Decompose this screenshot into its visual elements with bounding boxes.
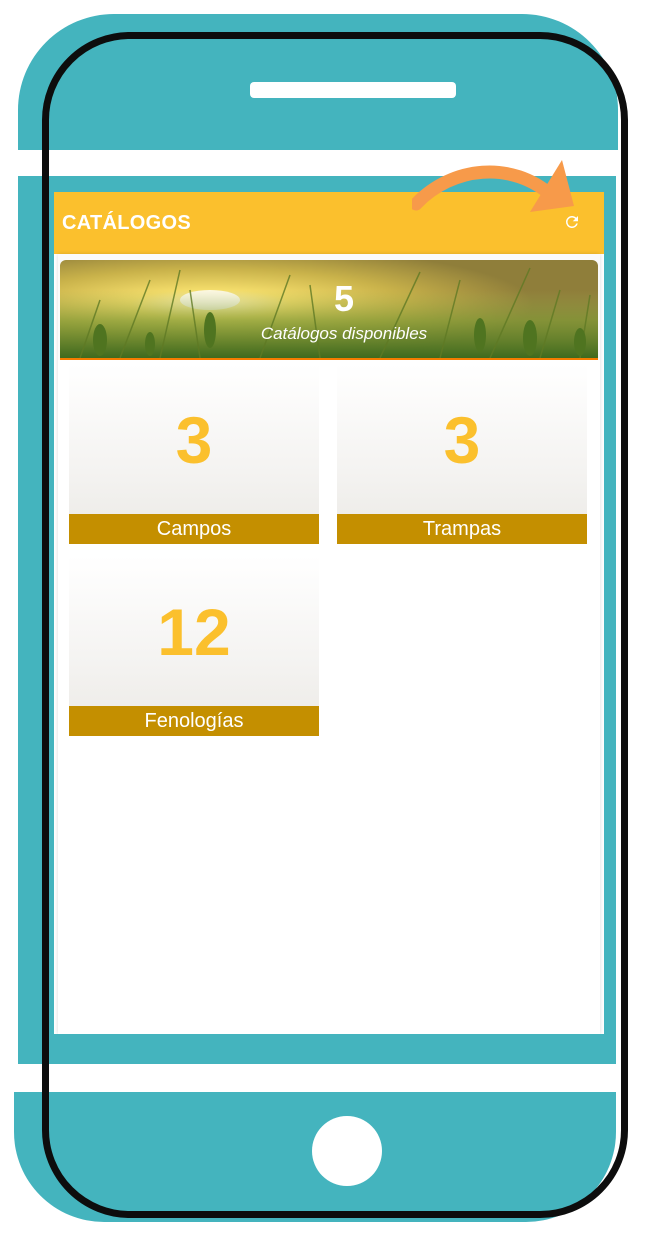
annotation-arrow-icon (412, 160, 574, 212)
